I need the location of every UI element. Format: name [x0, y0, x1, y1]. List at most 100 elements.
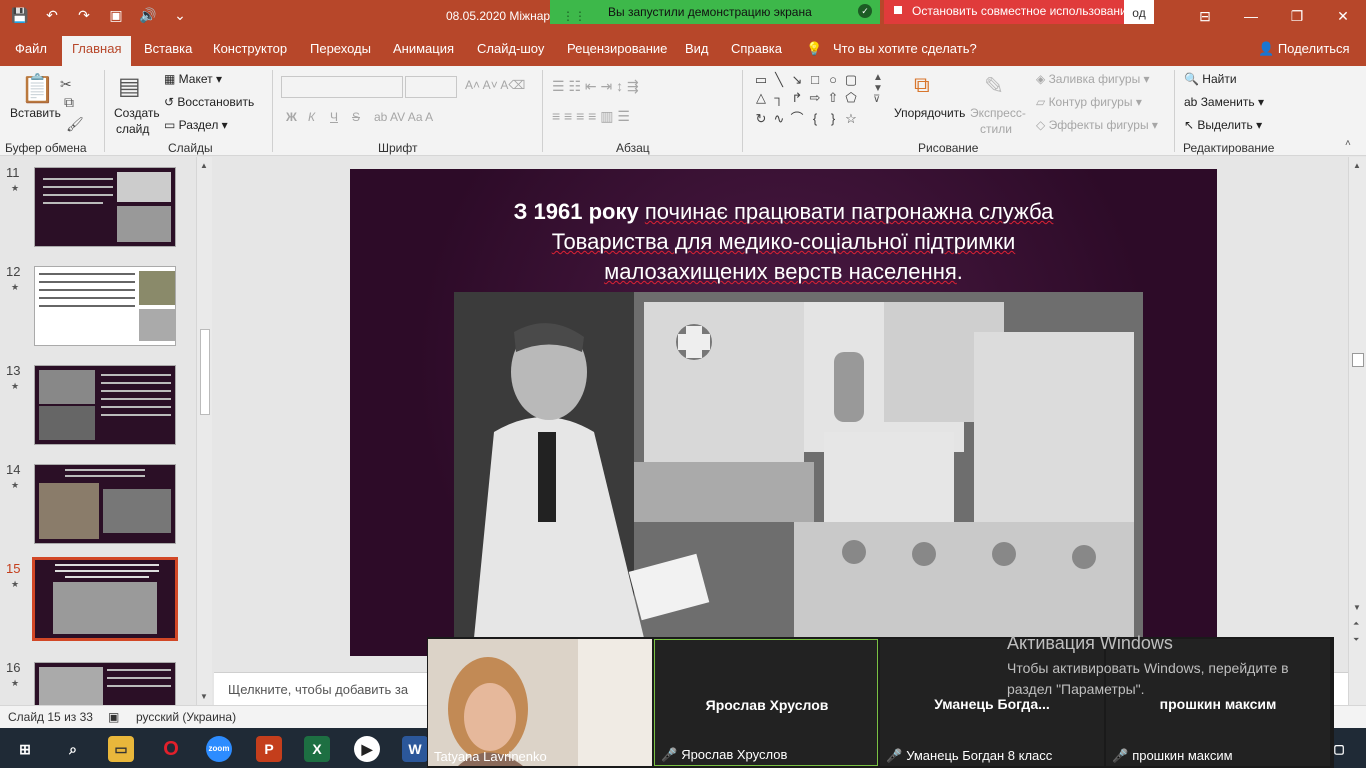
opera-icon[interactable]: O: [158, 736, 184, 762]
media-player-icon[interactable]: ▶: [354, 736, 380, 762]
new-slide-button-line2[interactable]: слайд: [116, 122, 149, 136]
copy-icon[interactable]: ⧉: [64, 94, 74, 111]
scrollbar-thumb[interactable]: [200, 329, 210, 415]
underline-button[interactable]: Ч: [330, 110, 338, 124]
collapse-ribbon-icon[interactable]: ˄: [1345, 138, 1351, 149]
arrow-shape-icon[interactable]: ↘: [788, 72, 806, 90]
share-button[interactable]: 👤 Поделиться: [1258, 41, 1350, 57]
connector-shape-icon[interactable]: ↱: [788, 90, 806, 108]
scroll-down-icon[interactable]: ▼: [200, 692, 208, 701]
tab-help[interactable]: Справка: [731, 41, 782, 56]
powerpoint-icon[interactable]: P: [256, 736, 282, 762]
loop-shape-icon[interactable]: ↻: [752, 111, 770, 129]
triangle-shape-icon[interactable]: △: [752, 90, 770, 108]
thumbnail-slide-11[interactable]: 11 ★: [0, 157, 200, 247]
elbow-shape-icon[interactable]: ┐: [770, 90, 788, 108]
paste-button[interactable]: Вставить: [10, 106, 61, 120]
minimize-icon[interactable]: —: [1228, 0, 1274, 32]
tab-design[interactable]: Конструктор: [213, 41, 287, 56]
find-button[interactable]: 🔍 Найти: [1184, 72, 1237, 86]
tab-home[interactable]: Главная: [62, 36, 132, 66]
up-arrow-shape-icon[interactable]: ⇧: [824, 90, 842, 108]
scroll-down-icon[interactable]: ▼: [1353, 603, 1361, 612]
right-arrow-shape-icon[interactable]: ⇨: [806, 90, 824, 108]
scroll-up-icon[interactable]: ▲: [1353, 161, 1361, 170]
close-icon[interactable]: ✕: [1320, 0, 1366, 32]
select-button[interactable]: ↖ Выделить ▾: [1184, 118, 1262, 132]
align-buttons-icon[interactable]: ≡ ≡ ≡ ≡ ▥ ☰: [552, 108, 630, 125]
gallery-scroll-icon[interactable]: ▲ ▼ ⊽: [873, 72, 883, 105]
brace-left-shape-icon[interactable]: {: [806, 111, 824, 129]
list-buttons-icon[interactable]: ☰ ☷ ⇤ ⇥ ↕ ⇶: [552, 78, 639, 95]
next-slide-icon[interactable]: ⏷: [1353, 635, 1359, 645]
tab-transitions[interactable]: Переходы: [310, 41, 371, 56]
replace-button[interactable]: ab Заменить ▾: [1184, 95, 1264, 109]
brace-right-shape-icon[interactable]: }: [824, 111, 842, 129]
audio-icon[interactable]: 🔊: [138, 5, 158, 25]
undo-icon[interactable]: ↶: [42, 5, 62, 25]
search-icon[interactable]: ⌕: [60, 736, 86, 762]
arrange-icon[interactable]: ⧉: [914, 72, 930, 98]
rect-shape-icon[interactable]: □: [806, 72, 824, 90]
cut-icon[interactable]: ✂: [60, 76, 72, 93]
save-icon[interactable]: 💾: [10, 5, 30, 25]
tab-slideshow[interactable]: Слайд-шоу: [477, 41, 544, 56]
spellcheck-icon[interactable]: ▣: [108, 710, 119, 724]
arrange-button[interactable]: Упорядочить: [894, 106, 965, 120]
textbox-shape-icon[interactable]: ▭: [752, 72, 770, 90]
scroll-up-icon[interactable]: ▲: [200, 161, 208, 170]
font-size-select[interactable]: [405, 76, 457, 98]
reset-button[interactable]: ↺ Восстановить: [164, 95, 254, 109]
bold-button[interactable]: Ж: [286, 110, 297, 124]
tab-animations[interactable]: Анимация: [393, 41, 454, 56]
thumbnail-slide-16[interactable]: 16 ★: [0, 652, 200, 705]
format-painter-icon[interactable]: 🖌: [66, 116, 84, 133]
participant-tile[interactable]: Ярослав Хруслов 🎤 Ярослав Хруслов: [654, 639, 878, 766]
shape-fill-button[interactable]: ◈ Заливка фигуры ▾: [1036, 72, 1150, 86]
pentagon-shape-icon[interactable]: ⬠: [842, 90, 860, 108]
start-icon[interactable]: ⊞: [12, 736, 38, 762]
thumbnail-slide-15[interactable]: 15 ★: [0, 553, 200, 643]
present-icon[interactable]: ▣: [106, 5, 126, 25]
freeform-shape-icon[interactable]: ⌒: [788, 108, 806, 126]
customize-qat-icon[interactable]: ⌄: [170, 5, 190, 25]
self-video-tile[interactable]: Tatyana Lavrinenko: [428, 639, 652, 766]
slide-scrollbar[interactable]: ▲ ▼ ⏶ ⏷: [1348, 157, 1366, 705]
italic-button[interactable]: К: [308, 110, 315, 124]
slide-title[interactable]: З 1961 року починає працювати патронажна…: [390, 197, 1177, 287]
scrollbar-thumb[interactable]: [1352, 353, 1364, 367]
line-shape-icon[interactable]: ╲: [770, 72, 788, 90]
thumbnail-slide-14[interactable]: 14 ★: [0, 454, 200, 544]
quick-styles-icon[interactable]: ✎: [984, 72, 1004, 101]
shape-outline-button[interactable]: ▱ Контур фигуры ▾: [1036, 95, 1142, 109]
shapes-gallery[interactable]: ▭ ╲ ↘ □ ○ ▢ △ ┐ ↱ ⇨ ⇧ ⬠ ↻ ∿ ⌒{} ☆: [752, 72, 872, 130]
tab-review[interactable]: Рецензирование: [567, 41, 667, 56]
new-slide-icon[interactable]: ▤: [118, 72, 141, 101]
strike-button[interactable]: S: [352, 110, 360, 124]
thumbnail-slide-12[interactable]: 12 ★: [0, 256, 200, 346]
restore-icon[interactable]: ❐: [1274, 0, 1320, 32]
section-button[interactable]: ▭ Раздел ▾: [164, 118, 228, 132]
ribbon-display-icon[interactable]: ⊟: [1182, 0, 1228, 32]
layout-button[interactable]: ▦ Макет ▾: [164, 72, 222, 86]
language-indicator[interactable]: русский (Украина): [136, 710, 236, 724]
shape-effects-button[interactable]: ◇ Эффекты фигуры ▾: [1036, 118, 1158, 132]
thumbnail-slide-13[interactable]: 13 ★: [0, 355, 200, 445]
zoom-icon[interactable]: zoom: [206, 736, 232, 762]
tab-insert[interactable]: Вставка: [144, 41, 192, 56]
prev-slide-icon[interactable]: ⏶: [1353, 619, 1359, 629]
rounded-rect-shape-icon[interactable]: ▢: [842, 72, 860, 90]
paste-icon[interactable]: 📋: [20, 72, 55, 105]
drag-grip-icon[interactable]: ⋮⋮: [562, 4, 586, 28]
grow-font-icon[interactable]: A˄ A˅ A⌫: [465, 78, 525, 92]
tab-file[interactable]: Файл: [15, 41, 47, 56]
star-shape-icon[interactable]: ☆: [842, 111, 860, 129]
stop-share-button[interactable]: Остановить совместное использование од: [884, 0, 1154, 24]
curve-shape-icon[interactable]: ∿: [770, 111, 788, 129]
slide-canvas[interactable]: З 1961 року починає працювати патронажна…: [350, 169, 1217, 656]
thumbnails-scrollbar[interactable]: ▲ ▼: [196, 157, 212, 705]
excel-icon[interactable]: X: [304, 736, 330, 762]
historical-photo[interactable]: [454, 292, 1143, 638]
oval-shape-icon[interactable]: ○: [824, 72, 842, 90]
word-icon[interactable]: W: [402, 736, 428, 762]
